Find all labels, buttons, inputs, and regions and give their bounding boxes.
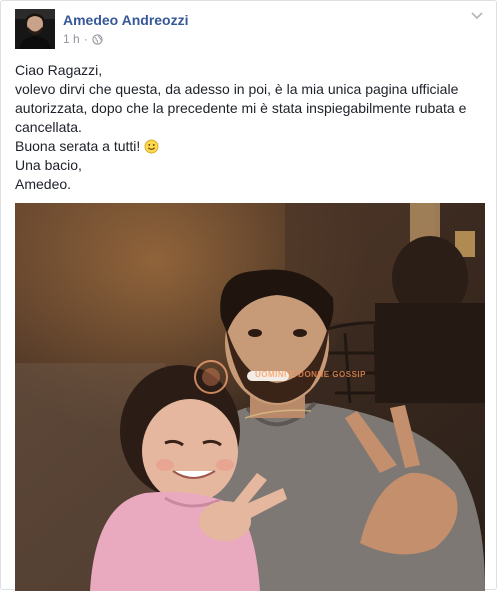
post-line-signature: Amedeo. [15, 176, 72, 192]
globe-icon[interactable] [92, 33, 103, 45]
avatar-image [15, 9, 55, 49]
meta-separator: · [83, 32, 88, 46]
post-photo[interactable] [15, 203, 485, 591]
post-meta: 1 h · [63, 32, 103, 46]
post-line-kiss: Una bacio, [15, 157, 82, 173]
chevron-down-icon [471, 12, 483, 20]
post-line-evening: Buona serata a tutti! [15, 137, 485, 156]
post-line-message: volevo dirvi che questa, da adesso in po… [15, 81, 467, 135]
post-timestamp[interactable]: 1 h [63, 32, 80, 46]
post-line-greeting: Ciao Ragazzi, [15, 62, 103, 78]
post-options-chevron[interactable] [469, 9, 485, 23]
post-header: Amedeo Andreozzi 1 h · [15, 9, 485, 49]
smiley-icon [144, 139, 159, 154]
avatar[interactable] [15, 9, 55, 49]
post-photo-image [15, 203, 485, 591]
post-text: Ciao Ragazzi, volevo dirvi che questa, d… [15, 61, 485, 194]
author-name-link[interactable]: Amedeo Andreozzi [63, 12, 189, 28]
post-line-evening-text: Buona serata a tutti! [15, 138, 141, 154]
photo-watermark: UOMINI E DONNE GOSSIP [255, 370, 366, 379]
facebook-post: Amedeo Andreozzi 1 h · Ciao Ragazzi, vol… [0, 0, 497, 591]
